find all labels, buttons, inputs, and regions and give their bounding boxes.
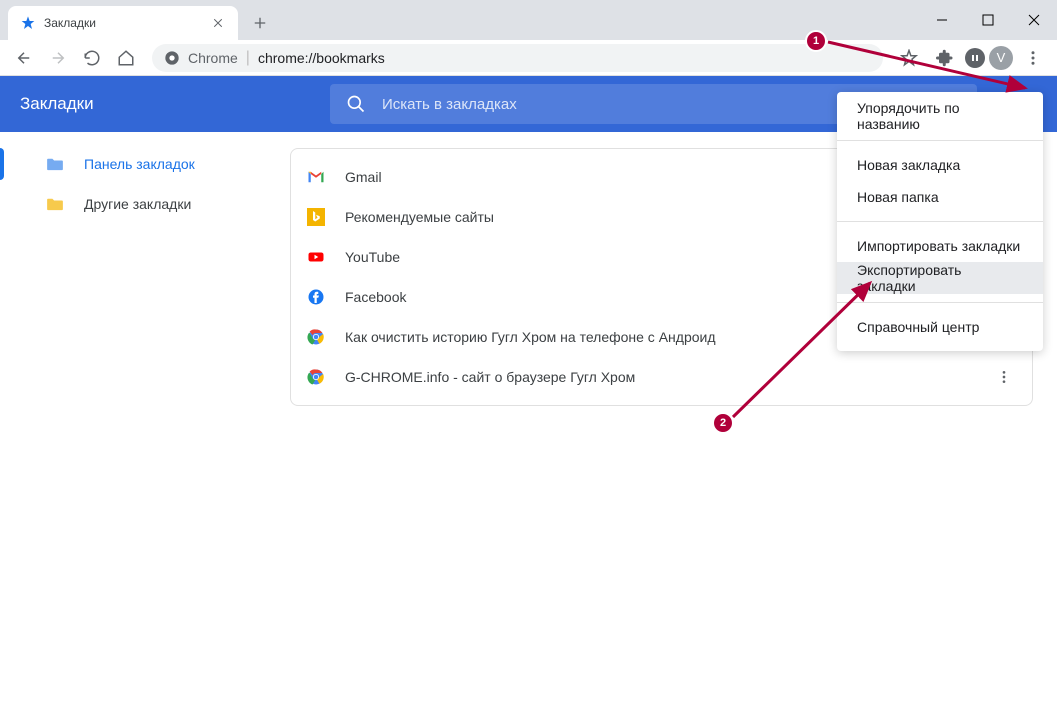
folder-icon — [46, 157, 64, 171]
tab-strip: Закладки — [0, 0, 1057, 40]
browser-toolbar: Chrome | chrome://bookmarks V — [0, 40, 1057, 76]
bookmark-item[interactable]: G-CHROME.info - сайт о браузере Гугл Хро… — [291, 357, 1032, 397]
omnibox-url: chrome://bookmarks — [258, 50, 385, 66]
star-icon — [20, 15, 36, 31]
home-button[interactable] — [110, 42, 142, 74]
page-title: Закладки — [20, 94, 310, 114]
close-icon[interactable] — [210, 15, 226, 31]
bookmark-label: Facebook — [345, 289, 406, 305]
chrome-icon — [164, 50, 180, 66]
dropdown-item[interactable]: Экспортировать закладки — [837, 262, 1043, 294]
more-icon[interactable] — [992, 365, 1016, 389]
browser-tab[interactable]: Закладки — [8, 6, 238, 40]
extensions-button[interactable] — [929, 42, 961, 74]
dropdown-separator — [837, 140, 1043, 141]
bing-icon — [307, 208, 325, 226]
dropdown-item[interactable]: Справочный центр — [837, 311, 1043, 343]
sidebar-item-label: Другие закладки — [84, 196, 191, 212]
annotation-badge-2: 2 — [712, 412, 734, 434]
facebook-icon — [307, 288, 325, 306]
sidebar-item-other-bookmarks[interactable]: Другие закладки — [0, 184, 290, 224]
dropdown-item[interactable]: Импортировать закладки — [837, 230, 1043, 262]
pause-indicator-icon[interactable] — [965, 48, 985, 68]
folder-icon — [46, 197, 64, 211]
organize-dropdown: Упорядочить по названию Новая закладкаНов… — [837, 92, 1043, 351]
window-controls — [919, 0, 1057, 40]
dropdown-separator — [837, 302, 1043, 303]
dropdown-item[interactable]: Упорядочить по названию — [837, 100, 1043, 132]
new-tab-button[interactable] — [246, 9, 274, 37]
annotation-badge-1: 1 — [805, 30, 827, 52]
chrome-icon — [307, 368, 325, 386]
search-icon — [346, 94, 366, 114]
tab-title: Закладки — [44, 16, 202, 30]
bookmark-star-button[interactable] — [893, 42, 925, 74]
bookmark-label: Рекомендуемые сайты — [345, 209, 494, 225]
sidebar-item-label: Панель закладок — [84, 156, 195, 172]
bookmark-label: G-CHROME.info - сайт о браузере Гугл Хро… — [345, 369, 635, 385]
omnibox-separator: | — [246, 49, 250, 67]
back-button[interactable] — [8, 42, 40, 74]
gmail-icon — [307, 168, 325, 186]
bookmark-label: Как очистить историю Гугл Хром на телефо… — [345, 329, 716, 345]
dropdown-item[interactable]: Новая закладка — [837, 149, 1043, 181]
chrome-icon — [307, 328, 325, 346]
omnibox-label: Chrome — [188, 50, 238, 66]
maximize-button[interactable] — [965, 0, 1011, 40]
bookmark-label: Gmail — [345, 169, 382, 185]
reload-button[interactable] — [76, 42, 108, 74]
close-window-button[interactable] — [1011, 0, 1057, 40]
bookmark-label: YouTube — [345, 249, 400, 265]
browser-menu-button[interactable] — [1017, 42, 1049, 74]
youtube-icon — [307, 248, 325, 266]
sidebar-item-bookmark-bar[interactable]: Панель закладок — [0, 144, 290, 184]
forward-button[interactable] — [42, 42, 74, 74]
dropdown-item[interactable]: Новая папка — [837, 181, 1043, 213]
minimize-button[interactable] — [919, 0, 965, 40]
sidebar: Панель закладок Другие закладки — [0, 132, 290, 722]
avatar[interactable]: V — [989, 46, 1013, 70]
omnibox[interactable]: Chrome | chrome://bookmarks — [152, 44, 883, 72]
dropdown-separator — [837, 221, 1043, 222]
